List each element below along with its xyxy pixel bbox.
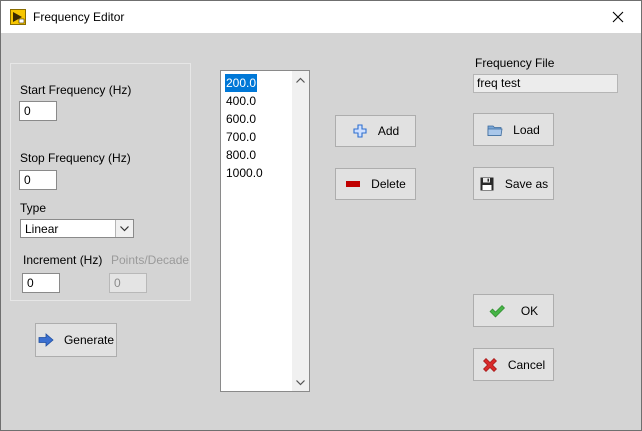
generate-button[interactable]: Generate	[35, 323, 117, 357]
minus-icon	[345, 176, 361, 192]
frequency-file-label: Frequency File	[475, 56, 555, 70]
cancel-button[interactable]: Cancel	[473, 348, 554, 381]
list-item[interactable]: 200.0	[225, 74, 264, 92]
ok-button[interactable]: OK	[473, 294, 554, 327]
list-item[interactable]: 400.0	[225, 92, 264, 110]
list-scrollbar[interactable]	[292, 71, 309, 391]
list-item[interactable]: 600.0	[225, 110, 264, 128]
stop-frequency-input[interactable]	[19, 170, 57, 190]
load-button[interactable]: Load	[473, 113, 554, 146]
frequency-list-items: 200.0 400.0 600.0 700.0 800.0 1000.0	[225, 74, 264, 182]
folder-icon	[487, 122, 503, 138]
type-dropdown[interactable]: Linear	[20, 219, 134, 238]
type-selected-value: Linear	[25, 222, 59, 236]
close-icon	[612, 11, 624, 23]
increment-label: Increment (Hz)	[23, 253, 103, 267]
list-item-label: 600.0	[226, 112, 257, 126]
scroll-up-icon[interactable]	[292, 71, 309, 88]
frequency-editor-window: Frequency Editor Start Frequency (Hz) St…	[0, 0, 642, 431]
start-frequency-input[interactable]	[19, 101, 57, 121]
list-item[interactable]: 700.0	[225, 128, 264, 146]
window-title: Frequency Editor	[33, 10, 125, 24]
delete-button-label: Delete	[371, 177, 406, 191]
load-button-label: Load	[513, 122, 540, 137]
type-label: Type	[20, 201, 47, 215]
cancel-button-label: Cancel	[507, 357, 546, 372]
points-per-decade-label: Points/Decade	[111, 253, 190, 267]
list-item[interactable]: 1000.0	[225, 164, 264, 182]
list-item-label: 400.0	[226, 94, 257, 108]
start-frequency-label: Start Frequency (Hz)	[20, 83, 132, 97]
ok-button-label: OK	[520, 303, 539, 318]
frequency-file-field[interactable]: freq test	[473, 74, 618, 93]
plus-icon	[352, 123, 368, 139]
save-as-button[interactable]: Save as	[473, 167, 554, 200]
checkmark-icon	[489, 303, 505, 319]
delete-button[interactable]: Delete	[335, 168, 416, 200]
list-item-label: 800.0	[226, 148, 257, 162]
list-item-label: 700.0	[226, 130, 257, 144]
scroll-down-icon[interactable]	[292, 374, 309, 391]
increment-input[interactable]	[22, 273, 60, 293]
title-bar: Frequency Editor	[1, 1, 641, 33]
add-button[interactable]: Add	[335, 115, 416, 147]
arrow-right-icon	[38, 332, 54, 348]
generate-button-label: Generate	[63, 333, 115, 347]
list-item-label: 200.0	[225, 74, 258, 92]
chevron-down-icon[interactable]	[115, 220, 133, 237]
labview-icon	[10, 9, 26, 25]
points-per-decade-input	[109, 273, 147, 293]
add-button-label: Add	[377, 124, 400, 138]
list-item-label: 1000.0	[226, 166, 263, 180]
floppy-disk-icon	[479, 176, 495, 192]
save-as-button-label: Save as	[504, 176, 549, 191]
close-button[interactable]	[595, 1, 641, 33]
x-icon	[482, 357, 498, 373]
frequency-list[interactable]: 200.0 400.0 600.0 700.0 800.0 1000.0	[220, 70, 310, 392]
stop-frequency-label: Stop Frequency (Hz)	[20, 151, 131, 165]
list-item[interactable]: 800.0	[225, 146, 264, 164]
